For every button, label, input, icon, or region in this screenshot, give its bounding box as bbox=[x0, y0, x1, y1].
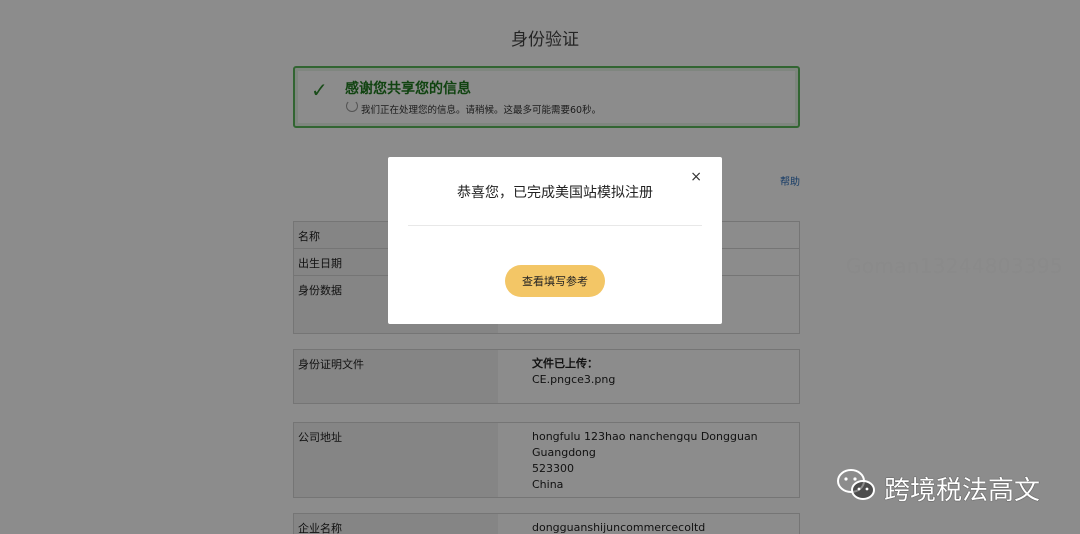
success-modal: × 恭喜您，已完成美国站模拟注册 查看填写参考 bbox=[388, 157, 722, 324]
modal-divider bbox=[408, 225, 702, 226]
wechat-icon bbox=[837, 469, 875, 500]
view-reference-button[interactable]: 查看填写参考 bbox=[505, 265, 605, 297]
wechat-account-name: 跨境税法高文 bbox=[884, 476, 1041, 506]
watermark-text: Goman13244803395 bbox=[846, 254, 1063, 278]
modal-message: 恭喜您，已完成美国站模拟注册 bbox=[457, 185, 653, 201]
